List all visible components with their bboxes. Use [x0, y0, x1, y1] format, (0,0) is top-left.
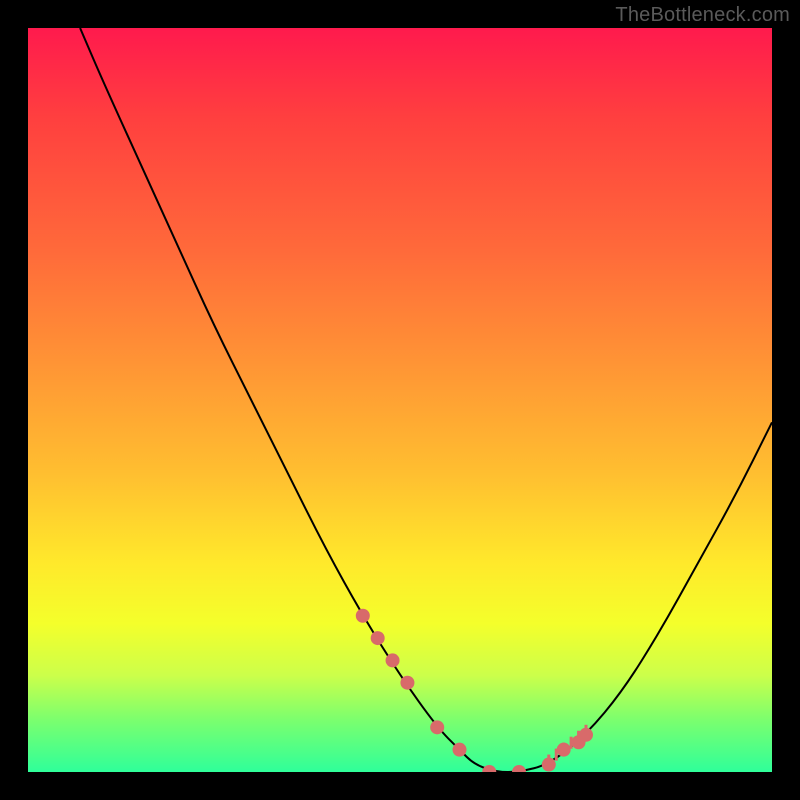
- data-marker: [557, 743, 571, 757]
- data-marker: [430, 720, 444, 734]
- curve-group: [80, 28, 772, 772]
- marker-group: [356, 609, 593, 772]
- data-marker: [482, 765, 496, 772]
- data-marker: [371, 631, 385, 645]
- bottleneck-curve-path: [80, 28, 772, 772]
- curve-svg: [28, 28, 772, 772]
- data-marker: [512, 765, 526, 772]
- data-marker: [579, 728, 593, 742]
- plot-area: [28, 28, 772, 772]
- data-marker: [386, 653, 400, 667]
- data-marker: [400, 676, 414, 690]
- data-marker: [453, 743, 467, 757]
- data-marker: [356, 609, 370, 623]
- watermark-text: TheBottleneck.com: [615, 4, 790, 27]
- data-marker: [542, 758, 556, 772]
- chart-frame: TheBottleneck.com: [0, 0, 800, 800]
